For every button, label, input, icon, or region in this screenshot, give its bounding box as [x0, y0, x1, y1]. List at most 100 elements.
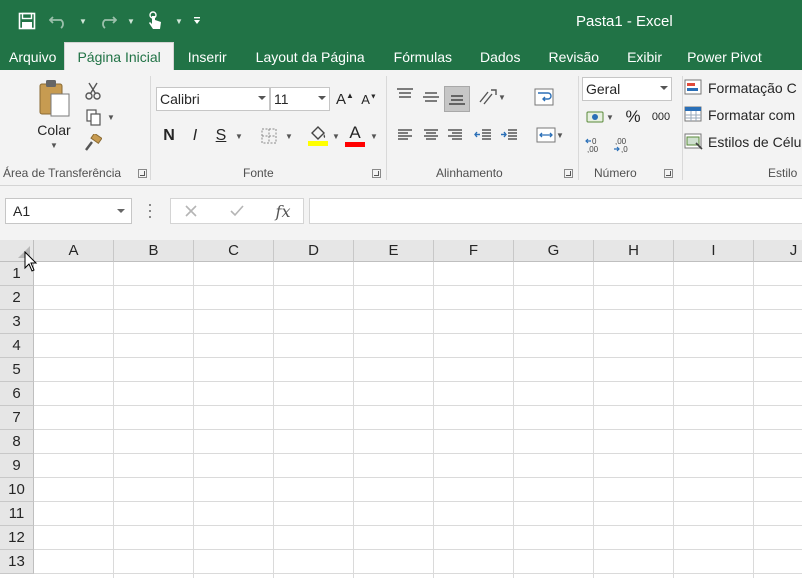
format-painter-button[interactable] — [82, 132, 104, 154]
accounting-format-button[interactable]: ▼ — [582, 106, 618, 128]
decrease-indent-button[interactable] — [472, 124, 494, 146]
touch-mode-icon[interactable] — [142, 9, 168, 33]
conditional-formatting-label: Formatação C — [708, 80, 797, 96]
tab-revisao[interactable]: Revisão — [534, 44, 613, 70]
row-header-4[interactable]: 4 — [0, 334, 34, 358]
paint-bucket-icon — [311, 125, 326, 140]
row-header-13[interactable]: 13 — [0, 550, 34, 574]
increase-font-button[interactable]: A▲ — [334, 88, 356, 110]
touch-dropdown-icon[interactable]: ▼ — [174, 9, 184, 33]
row-header-7[interactable]: 7 — [0, 406, 34, 430]
column-header-d[interactable]: D — [274, 240, 354, 262]
font-color-dropdown-icon[interactable]: ▼ — [369, 130, 379, 142]
redo-dropdown-icon[interactable]: ▼ — [126, 9, 136, 33]
name-box[interactable]: A1 — [5, 198, 132, 224]
font-color-button[interactable]: A — [344, 122, 366, 148]
undo-icon[interactable] — [46, 9, 72, 33]
borders-button[interactable] — [256, 124, 282, 148]
cell-styles-button[interactable]: Estilos de Célu — [684, 131, 802, 153]
italic-button[interactable]: I — [184, 124, 206, 148]
font-launcher-icon[interactable] — [372, 169, 381, 178]
row-header-8[interactable]: 8 — [0, 430, 34, 454]
column-header-f[interactable]: F — [434, 240, 514, 262]
undo-dropdown-icon[interactable]: ▼ — [78, 9, 88, 33]
column-header-i[interactable]: I — [674, 240, 754, 262]
align-bottom-icon — [449, 95, 465, 105]
cancel-entry-button[interactable] — [179, 201, 203, 221]
decrease-indent-icon — [474, 129, 491, 140]
increase-indent-button[interactable] — [498, 124, 520, 146]
increase-decimal-button[interactable]: 0,00 — [584, 134, 608, 156]
row-header-9[interactable]: 9 — [0, 454, 34, 478]
align-bottom-button[interactable] — [444, 86, 470, 112]
formula-bar-grip-icon[interactable] — [148, 204, 152, 218]
redo-icon[interactable] — [94, 9, 120, 33]
cell-area[interactable] — [34, 262, 802, 578]
paste-button[interactable]: Colar ▼ — [34, 78, 74, 162]
fill-color-button[interactable] — [306, 122, 330, 148]
merge-center-button[interactable]: ▼ — [532, 124, 568, 146]
thousands-button[interactable]: 000 — [648, 106, 674, 128]
alignment-launcher-icon[interactable] — [564, 169, 573, 178]
column-header-j[interactable]: J — [754, 240, 802, 262]
conditional-formatting-button[interactable]: Formatação C — [684, 77, 802, 99]
align-left-button[interactable] — [394, 124, 416, 146]
column-header-c[interactable]: C — [194, 240, 274, 262]
orientation-button[interactable]: ▼ — [474, 86, 510, 108]
percent-button[interactable]: % — [622, 106, 644, 128]
column-header-g[interactable]: G — [514, 240, 594, 262]
number-format-combo[interactable]: Geral — [582, 77, 672, 101]
bold-button[interactable]: N — [158, 124, 180, 148]
fill-color-dropdown-icon[interactable]: ▼ — [331, 130, 341, 142]
row-header-6[interactable]: 6 — [0, 382, 34, 406]
align-center-button[interactable] — [420, 124, 442, 146]
customize-toolbar-icon[interactable] — [190, 9, 204, 33]
save-icon[interactable] — [14, 9, 40, 33]
borders-dropdown-icon[interactable]: ▼ — [284, 130, 294, 142]
copy-dropdown-icon[interactable]: ▼ — [107, 113, 115, 122]
column-header-a[interactable]: A — [34, 240, 114, 262]
row-header-10[interactable]: 10 — [0, 478, 34, 502]
row-header-5[interactable]: 5 — [0, 358, 34, 382]
align-right-button[interactable] — [444, 124, 466, 146]
align-middle-button[interactable] — [420, 86, 442, 108]
decrease-font-button[interactable]: A▼ — [358, 88, 380, 110]
number-launcher-icon[interactable] — [664, 169, 673, 178]
font-name-combo[interactable]: Calibri — [156, 87, 270, 111]
copy-button[interactable]: ▼ — [82, 106, 118, 128]
insert-function-button[interactable]: fx — [269, 201, 297, 221]
row-header-12[interactable]: 12 — [0, 526, 34, 550]
tab-arquivo[interactable]: Arquivo — [0, 44, 64, 70]
tab-pagina-inicial[interactable]: Página Inicial — [64, 42, 174, 70]
clipboard-launcher-icon[interactable] — [138, 169, 147, 178]
tab-layout-da-pagina[interactable]: Layout da Página — [241, 44, 380, 70]
row-header-11[interactable]: 11 — [0, 502, 34, 526]
underline-dropdown-icon[interactable]: ▼ — [234, 130, 244, 142]
font-color-swatch — [345, 141, 365, 147]
tab-exibir[interactable]: Exibir — [613, 44, 676, 70]
row-header-2[interactable]: 2 — [0, 286, 34, 310]
scissors-icon — [85, 82, 101, 100]
underline-button[interactable]: S — [210, 124, 232, 148]
format-as-table-button[interactable]: Formatar com — [684, 104, 802, 126]
cut-button[interactable] — [82, 80, 104, 102]
decrease-decimal-button[interactable]: ,00,0 — [612, 134, 636, 156]
row-header-3[interactable]: 3 — [0, 310, 34, 334]
quick-access-toolbar: ▼ ▼ ▼ — [14, 8, 204, 34]
font-size-combo[interactable]: 11 — [270, 87, 330, 111]
borders-icon — [261, 128, 277, 144]
wrap-text-button[interactable] — [532, 86, 556, 108]
paste-dropdown-icon[interactable]: ▼ — [50, 141, 58, 150]
align-top-button[interactable] — [394, 84, 416, 106]
decrease-decimal-icon: ,00,0 — [614, 137, 628, 154]
accounting-icon — [586, 111, 604, 123]
column-header-e[interactable]: E — [354, 240, 434, 262]
tab-inserir[interactable]: Inserir — [174, 44, 241, 70]
tab-formulas[interactable]: Fórmulas — [380, 44, 466, 70]
column-header-h[interactable]: H — [594, 240, 674, 262]
formula-input[interactable] — [309, 198, 802, 224]
confirm-entry-button[interactable] — [225, 201, 249, 221]
column-header-b[interactable]: B — [114, 240, 194, 262]
tab-dados[interactable]: Dados — [466, 44, 534, 70]
tab-power-pivot[interactable]: Power Pivot — [676, 44, 768, 70]
